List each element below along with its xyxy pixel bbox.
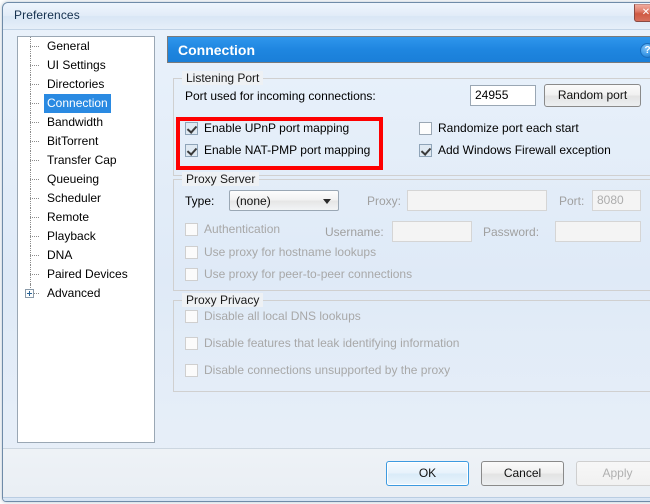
sidebar-item-label: Scheduler bbox=[44, 189, 104, 208]
sidebar-item-playback[interactable]: Playback bbox=[18, 227, 154, 246]
proxy-host-label: Proxy: bbox=[367, 194, 401, 208]
tree-connector bbox=[30, 160, 39, 162]
enable-natpmp-label: Enable NAT-PMP port mapping bbox=[204, 142, 370, 159]
tree-connector bbox=[30, 236, 39, 238]
dialog-button-bar: OK Cancel Apply bbox=[3, 448, 650, 502]
disable-leak-features-label: Disable features that leak identifying i… bbox=[204, 335, 459, 352]
sidebar-item-bittorrent[interactable]: BitTorrent bbox=[18, 132, 154, 151]
disable-dns-label: Disable all local DNS lookups bbox=[204, 308, 361, 325]
tree-connector bbox=[30, 274, 39, 276]
sidebar-item-label: Advanced bbox=[44, 284, 103, 303]
tree-connector bbox=[30, 65, 39, 67]
disable-leak-features-checkbox[interactable] bbox=[185, 337, 198, 350]
close-icon: ✕ bbox=[635, 5, 650, 21]
disable-unsupported-checkbox[interactable] bbox=[185, 364, 198, 377]
sidebar-item-label: Remote bbox=[44, 208, 92, 227]
tree-connector bbox=[30, 141, 39, 143]
proxy-username-input[interactable] bbox=[392, 221, 472, 242]
enable-upnp-checkbox[interactable] bbox=[185, 122, 198, 135]
proxy-type-value: (none) bbox=[236, 191, 271, 211]
proxy-host-input[interactable] bbox=[407, 190, 547, 211]
sidebar-item-label: UI Settings bbox=[44, 56, 109, 75]
randomize-port-label: Randomize port each start bbox=[438, 120, 579, 137]
sidebar-item-label: Directories bbox=[44, 75, 107, 94]
proxy-password-label: Password: bbox=[483, 225, 539, 239]
sidebar-item-connection[interactable]: Connection bbox=[18, 94, 154, 113]
apply-button: Apply bbox=[576, 461, 650, 486]
sidebar-item-scheduler[interactable]: Scheduler bbox=[18, 189, 154, 208]
sidebar-item-directories[interactable]: Directories bbox=[18, 75, 154, 94]
sidebar-item-paired-devices[interactable]: Paired Devices bbox=[18, 265, 154, 284]
title-bar: Preferences ✕ bbox=[3, 3, 650, 30]
window-bottom-strip bbox=[3, 497, 650, 502]
proxy-type-dropdown[interactable]: (none) bbox=[229, 190, 339, 211]
proxy-privacy-legend: Proxy Privacy bbox=[182, 293, 263, 307]
sidebar-item-label: Connection bbox=[44, 94, 111, 113]
sidebar-item-label: General bbox=[44, 37, 93, 56]
sidebar-item-label: Transfer Cap bbox=[44, 151, 120, 170]
randomize-port-checkbox[interactable] bbox=[419, 122, 432, 135]
proxy-password-input[interactable] bbox=[555, 221, 641, 242]
proxy-authentication-label: Authentication bbox=[204, 221, 280, 238]
enable-natpmp-checkbox[interactable] bbox=[185, 144, 198, 157]
proxy-username-label: Username: bbox=[325, 225, 384, 239]
tree-connector bbox=[30, 198, 39, 200]
sidebar-item-label: BitTorrent bbox=[44, 132, 101, 151]
desktop-background: Preferences ✕ General UI Settings bbox=[0, 0, 650, 504]
sidebar-item-label: DNA bbox=[44, 246, 75, 265]
tree-connector bbox=[30, 179, 39, 181]
help-glyph: ? bbox=[641, 44, 650, 57]
sidebar-item-remote[interactable]: Remote bbox=[18, 208, 154, 227]
proxy-hostname-lookups-label: Use proxy for hostname lookups bbox=[204, 244, 376, 261]
window-title: Preferences bbox=[14, 8, 80, 22]
sidebar-item-advanced[interactable]: Advanced bbox=[18, 284, 154, 303]
proxy-server-legend: Proxy Server bbox=[182, 172, 259, 186]
sidebar-item-dna[interactable]: DNA bbox=[18, 246, 154, 265]
tree-connector bbox=[30, 255, 39, 257]
tree-connector bbox=[30, 84, 39, 86]
connection-settings-pane: Connection ? Listening Port Port used fo… bbox=[167, 36, 650, 443]
sidebar-item-general[interactable]: General bbox=[18, 37, 154, 56]
tree-connector bbox=[30, 103, 39, 105]
tree-connector bbox=[30, 122, 39, 124]
sidebar-item-queueing[interactable]: Queueing bbox=[18, 170, 154, 189]
sidebar-item-ui-settings[interactable]: UI Settings bbox=[18, 56, 154, 75]
chevron-down-icon bbox=[323, 199, 331, 204]
disable-dns-checkbox[interactable] bbox=[185, 310, 198, 323]
tree-connector bbox=[30, 46, 39, 48]
page-title: Connection bbox=[178, 42, 255, 58]
sidebar-item-label: Queueing bbox=[44, 170, 102, 189]
help-icon[interactable]: ? bbox=[640, 43, 650, 58]
proxy-hostname-lookups-checkbox[interactable] bbox=[185, 246, 198, 259]
preferences-window: Preferences ✕ General UI Settings bbox=[2, 2, 650, 502]
close-button[interactable]: ✕ bbox=[634, 4, 650, 22]
proxy-p2p-label: Use proxy for peer-to-peer connections bbox=[204, 266, 412, 283]
enable-upnp-label: Enable UPnP port mapping bbox=[204, 120, 349, 137]
sidebar-item-bandwidth[interactable]: Bandwidth bbox=[18, 113, 154, 132]
client-area: General UI Settings Directories Connecti… bbox=[3, 29, 650, 502]
firewall-exception-label: Add Windows Firewall exception bbox=[438, 142, 611, 159]
page-header: Connection ? bbox=[167, 36, 650, 63]
sidebar-item-label: Playback bbox=[44, 227, 99, 246]
proxy-authentication-checkbox[interactable] bbox=[185, 223, 198, 236]
port-used-label: Port used for incoming connections: bbox=[185, 89, 376, 103]
listening-port-legend: Listening Port bbox=[182, 71, 263, 85]
sidebar-item-transfer-cap[interactable]: Transfer Cap bbox=[18, 151, 154, 170]
proxy-port-input[interactable]: 8080 bbox=[592, 190, 641, 211]
cancel-button[interactable]: Cancel bbox=[481, 461, 564, 486]
listening-port-input[interactable]: 24955 bbox=[470, 85, 536, 106]
firewall-exception-checkbox[interactable] bbox=[419, 144, 432, 157]
tree-connector bbox=[30, 217, 39, 219]
sidebar-item-label: Paired Devices bbox=[44, 265, 131, 284]
ok-button[interactable]: OK bbox=[386, 461, 469, 486]
proxy-port-label: Port: bbox=[559, 194, 584, 208]
proxy-p2p-checkbox[interactable] bbox=[185, 268, 198, 281]
random-port-button[interactable]: Random port bbox=[544, 84, 641, 107]
disable-unsupported-label: Disable connections unsupported by the p… bbox=[204, 362, 450, 379]
expand-advanced-icon[interactable] bbox=[25, 289, 34, 298]
proxy-type-label: Type: bbox=[185, 194, 214, 208]
sidebar-item-label: Bandwidth bbox=[44, 113, 106, 132]
settings-tree[interactable]: General UI Settings Directories Connecti… bbox=[17, 36, 155, 443]
